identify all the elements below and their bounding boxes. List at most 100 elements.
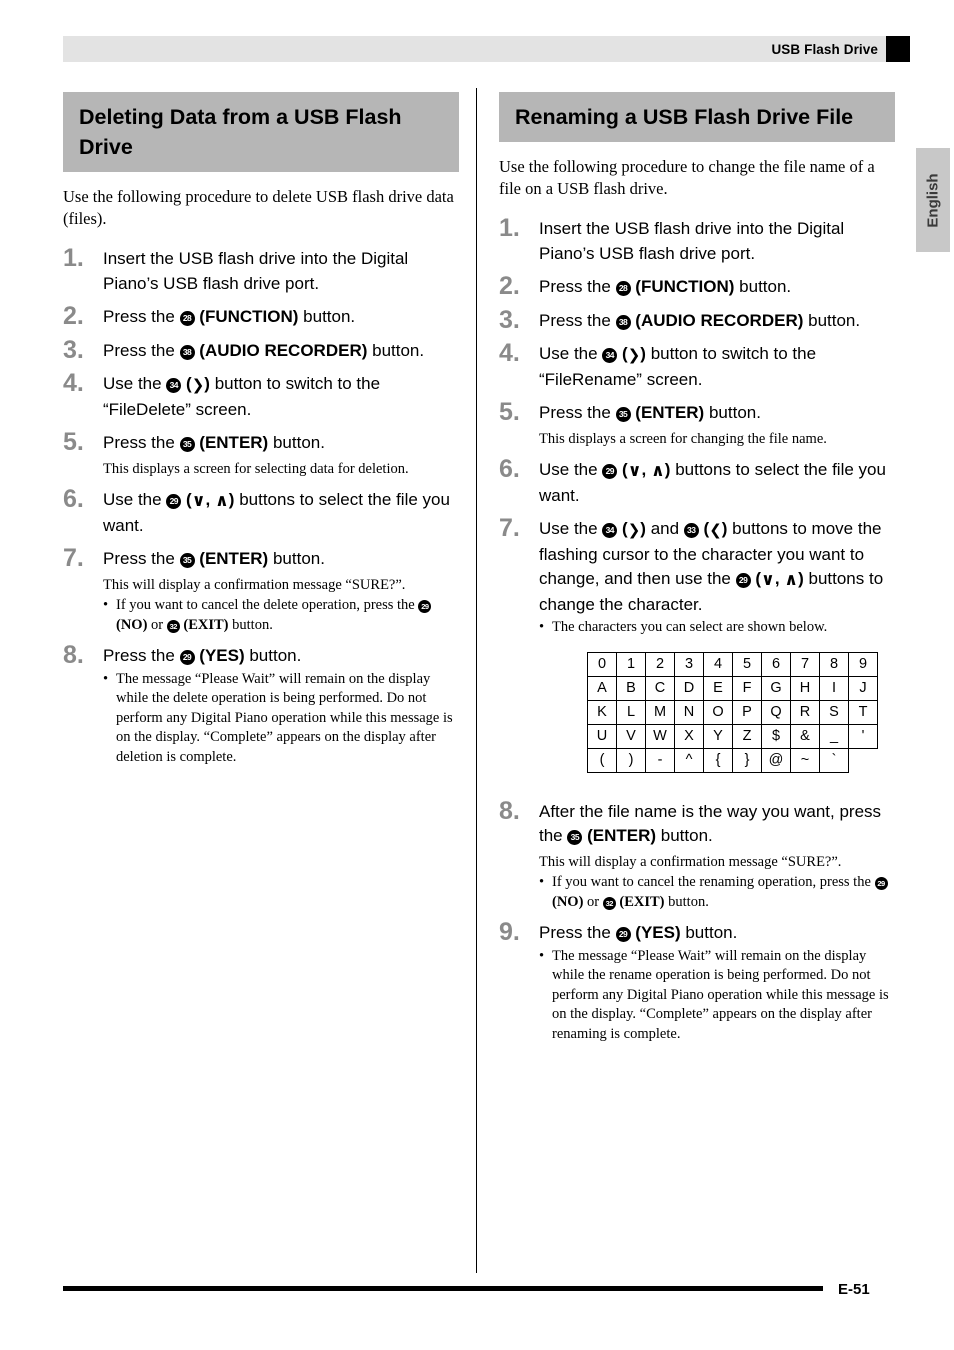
step-item: 6. Use the 29 (∨, ∧) buttons to select th… — [499, 455, 895, 508]
step-body: Press the 38 (AUDIO RECORDER) button. — [103, 336, 459, 364]
character-cell: ) — [616, 747, 646, 773]
right-arrow-icon: ❯ — [627, 521, 641, 539]
step-body: Insert the USB flash drive into the Digi… — [539, 214, 895, 266]
character-cell: G — [761, 675, 791, 701]
right-arrow-icon: ❯ — [191, 376, 205, 394]
step-number: 7. — [63, 544, 84, 572]
page-header-title: USB Flash Drive — [771, 41, 878, 57]
step-main-text: Press the 29 (YES) button. — [103, 646, 302, 665]
character-cell: Z — [732, 723, 762, 749]
character-cell: K — [587, 699, 617, 725]
character-cell: 2 — [645, 651, 675, 677]
step-note: This displays a screen for selecting dat… — [103, 460, 409, 477]
step-item: 9. Press the 29 (YES) button. • The message… — [499, 918, 895, 1044]
language-tab-label: English — [924, 172, 942, 228]
step-body: Press the 35 (ENTER) button. This display… — [103, 428, 459, 479]
step-number: 9. — [499, 918, 520, 946]
right-steps-list: 1. Insert the USB flash drive into the Di… — [499, 214, 895, 1044]
character-table: 0 1 2 3 4 5 6 7 8 9 A B C D E F G H I J K L M N O P Q R S T U V W X Y Z $ & _ '… — [587, 651, 878, 773]
left-section-title: Deleting Data from a USB Flash Drive — [63, 92, 459, 172]
character-table-row: KLMNOPQRST — [587, 699, 878, 725]
character-table-row: ABCDEFGHIJ — [587, 675, 878, 701]
button-badge: 35 — [179, 553, 195, 568]
page-header: USB Flash Drive — [63, 36, 886, 62]
character-cell: 3 — [674, 651, 704, 677]
step-item: 3. Press the 38 (AUDIO RECORDER) button. — [63, 336, 459, 364]
step-item: 1. Insert the USB flash drive into the Di… — [499, 214, 895, 266]
character-cell: R — [790, 699, 820, 725]
step-main-text: Press the 35 (ENTER) button. — [539, 403, 761, 422]
bullet-icon: • — [103, 670, 109, 687]
character-cell: ^ — [674, 747, 704, 773]
character-cell: M — [645, 699, 675, 725]
character-cell: E — [703, 675, 733, 701]
button-badge: 33 — [683, 523, 699, 538]
button-badge: 34 — [602, 348, 618, 363]
left-column: Deleting Data from a USB Flash Drive Use… — [63, 92, 459, 773]
up-arrow-icon: ∧ — [784, 570, 799, 590]
character-cell: 7 — [790, 651, 820, 677]
step-main-text: Use the 34 (❯) button to switch to the “… — [103, 374, 381, 419]
down-arrow-icon: ∨ — [191, 491, 206, 511]
step-item: 8. After the file name is the way you wan… — [499, 797, 895, 913]
character-cell: 6 — [761, 651, 791, 677]
footer-rule — [63, 1286, 823, 1291]
character-cell: Q — [761, 699, 791, 725]
step-main-text: Press the 28 (FUNCTION) button. — [103, 307, 356, 326]
right-section-title: Renaming a USB Flash Drive File — [499, 92, 895, 142]
character-table-row: () - ^{} @ ~ ` — [587, 747, 878, 773]
button-badge: 29 — [874, 877, 888, 890]
step-main-text: Use the 34 (❯) and 33 (❮) buttons to mov… — [539, 519, 884, 614]
character-cell: 5 — [732, 651, 762, 677]
character-cell: I — [819, 675, 849, 701]
character-cell: H — [790, 675, 820, 701]
button-badge: 29 — [179, 650, 195, 665]
button-badge: 29 — [615, 927, 631, 942]
character-table-row: 0123456789 — [587, 651, 878, 677]
character-cell: Y — [703, 723, 733, 749]
character-cell: ~ — [790, 747, 820, 773]
button-badge: 35 — [179, 437, 195, 452]
character-cell: J — [848, 675, 878, 701]
character-cell: S — [819, 699, 849, 725]
button-badge: 28 — [615, 281, 631, 296]
button-badge: 28 — [179, 311, 195, 326]
button-badge: 29 — [166, 494, 182, 509]
step-body: Press the 29 (YES) button. • The message “… — [103, 641, 459, 767]
button-badge: 34 — [166, 378, 182, 393]
button-badge: 29 — [602, 464, 618, 479]
step-body: Insert the USB flash drive into the Digi… — [103, 244, 459, 296]
character-cell: L — [616, 699, 646, 725]
left-steps-list: 1. Insert the USB flash drive into the Di… — [63, 244, 459, 767]
character-cell: 1 — [616, 651, 646, 677]
step-main-text: Insert the USB flash drive into the Digi… — [103, 249, 409, 293]
step-number: 6. — [63, 485, 84, 513]
character-cell — [849, 748, 878, 772]
step-body: Use the 34 (❯) and 33 (❮) buttons to mov… — [539, 514, 895, 791]
step-bullet-text: If you want to cancel the renaming opera… — [552, 873, 895, 912]
bullet-icon: • — [103, 597, 109, 613]
character-cell: T — [848, 699, 878, 725]
step-main-text: Press the 29 (YES) button. — [539, 923, 738, 942]
step-main-text: Use the 29 (∨, ∧) buttons to select the … — [539, 460, 886, 505]
step-main-text: Press the 35 (ENTER) button. — [103, 433, 325, 452]
step-body: Press the 35 (ENTER) button. This display… — [539, 398, 895, 449]
step-main-text: Press the 35 (ENTER) button. — [103, 549, 325, 568]
step-bullet: • If you want to cancel the delete operat… — [103, 596, 459, 635]
step-main-text: Insert the USB flash drive into the Digi… — [539, 219, 845, 263]
button-badge: 34 — [602, 523, 618, 538]
step-item: 2. Press the 28 (FUNCTION) button. — [499, 272, 895, 300]
step-item: 3. Press the 38 (AUDIO RECORDER) button. — [499, 306, 895, 334]
bullet-icon: • — [539, 874, 545, 890]
step-item: 5. Press the 35 (ENTER) button. This displ… — [63, 428, 459, 479]
button-badge: 32 — [166, 619, 180, 633]
step-number: 2. — [63, 302, 84, 330]
step-number: 4. — [499, 339, 520, 367]
step-body: Press the 38 (AUDIO RECORDER) button. — [539, 306, 895, 334]
button-badge: 35 — [615, 407, 631, 422]
button-badge: 35 — [567, 830, 583, 845]
button-badge: 29 — [418, 600, 432, 613]
step-body: Use the 29 (∨, ∧) buttons to select the … — [103, 485, 459, 538]
character-cell: N — [674, 699, 704, 725]
right-arrow-icon: ❯ — [627, 346, 641, 364]
